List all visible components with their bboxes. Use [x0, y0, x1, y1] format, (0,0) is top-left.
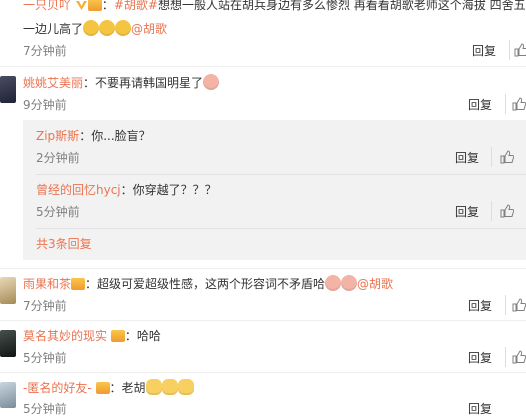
reply-button[interactable]: 回复 — [455, 149, 479, 167]
sub-reply-1-body: ：你...脸盲？ — [79, 129, 151, 143]
emoji-icon — [341, 275, 358, 291]
comment-4-username[interactable]: 莫名其妙的现实 — [23, 329, 107, 343]
sub-reply-1-text: Zip斯斯：你...脸盲？ — [36, 127, 151, 145]
comment-4-time: 5分钟前 — [23, 351, 67, 365]
divider — [0, 66, 526, 67]
comment-3-text: 雨果和茶 ：超级可爱超级性感，这两个形容词不矛盾哈 @胡歌 — [23, 275, 393, 293]
comment-2-text: 姚姚艾美丽：不要再请韩国明星了 — [23, 74, 220, 92]
avatar[interactable] — [0, 76, 16, 103]
vip-crown-icon — [75, 0, 88, 11]
comment-2-body: ：不要再请韩国明星了 — [83, 76, 204, 90]
like-icon — [500, 150, 514, 164]
like-button[interactable] — [491, 201, 526, 221]
comment-1-text-cont: 一边儿高了 @胡歌 — [23, 20, 167, 38]
sub-reply-1-time: 2分钟前 — [36, 151, 80, 165]
comment-5-body: ：老胡 — [109, 381, 146, 395]
mention-link[interactable]: @胡歌 — [357, 277, 393, 291]
like-icon — [512, 97, 526, 111]
divider — [0, 320, 526, 321]
member-badge-icon — [95, 382, 110, 394]
emoji-icon — [115, 20, 132, 36]
more-replies-link[interactable]: 共3条回复 — [36, 235, 92, 253]
like-button[interactable] — [491, 147, 526, 167]
comment-4-body: ：哈哈 — [124, 329, 161, 343]
reply-button[interactable]: 回复 — [468, 349, 492, 367]
emoji-icon — [177, 379, 194, 395]
avatar[interactable] — [0, 382, 16, 408]
emoji-icon — [99, 20, 116, 36]
emoji-icon — [325, 275, 342, 291]
comment-5-text: -匿名的好友- ：老胡 — [23, 379, 194, 397]
comment-1-body-cont: 一边儿高了 — [23, 22, 84, 36]
divider — [0, 372, 526, 373]
comment-5-username[interactable]: -匿名的好友- — [23, 381, 92, 395]
comment-1-time: 7分钟前 — [23, 44, 67, 58]
emoji-icon — [145, 379, 162, 395]
like-icon — [512, 350, 526, 364]
divider — [36, 228, 526, 229]
emoji-icon — [83, 20, 100, 36]
comment-1-text: 一只贝吖 ：#胡歌#想想一般人站在胡兵身边有多么惨烈 再看看胡歌老师这个海拔 四… — [23, 0, 526, 12]
member-badge-icon — [110, 330, 125, 342]
sub-reply-1-username[interactable]: Zip斯斯 — [36, 129, 79, 143]
topic-link[interactable]: #胡歌# — [114, 0, 158, 12]
like-icon — [512, 298, 526, 312]
like-button[interactable] — [505, 295, 526, 315]
sub-reply-2-body: ：你穿越了？？？ — [120, 183, 217, 197]
comment-1-body: 想想一般人站在胡兵身边有多么惨烈 再看看胡歌老师这个海拔 四舍五 — [157, 0, 526, 12]
comment-2-time: 9分钟前 — [23, 98, 67, 112]
mention-link[interactable]: @胡歌 — [131, 22, 167, 36]
comment-3-time: 7分钟前 — [23, 299, 67, 313]
emoji-icon — [161, 379, 178, 395]
comment-3-body: ：超级可爱超级性感，这两个形容词不矛盾哈 — [85, 277, 326, 291]
comment-4-text: 莫名其妙的现实 ：哈哈 — [23, 327, 161, 345]
like-button[interactable] — [505, 94, 526, 114]
reply-button[interactable]: 回复 — [455, 203, 479, 221]
divider — [36, 174, 526, 175]
reply-button[interactable]: 回复 — [472, 42, 496, 60]
like-icon — [514, 43, 526, 57]
member-badge-icon — [87, 0, 102, 11]
reply-button[interactable]: 回复 — [468, 96, 492, 114]
comment-5-time: 5分钟前 — [23, 402, 67, 416]
avatar[interactable] — [0, 277, 16, 304]
avatar[interactable] — [0, 330, 16, 357]
comment-3-username[interactable]: 雨果和茶 — [23, 277, 71, 291]
sub-reply-2-username[interactable]: 曾经的回忆hycj — [36, 183, 121, 197]
sub-reply-2-time: 5分钟前 — [36, 205, 80, 219]
divider — [0, 268, 526, 269]
like-button[interactable] — [505, 347, 526, 367]
comment-2-username[interactable]: 姚姚艾美丽 — [23, 76, 83, 90]
like-button[interactable] — [509, 40, 526, 60]
reply-button[interactable]: 回复 — [468, 297, 492, 315]
comment-1-username[interactable]: 一只贝吖 — [23, 0, 71, 12]
member-badge-icon — [71, 278, 86, 290]
sub-reply-2-text: 曾经的回忆hycj：你穿越了？？？ — [36, 181, 217, 199]
emoji-icon — [203, 74, 220, 90]
like-icon — [500, 204, 514, 218]
reply-button[interactable]: 回复 — [468, 400, 492, 418]
